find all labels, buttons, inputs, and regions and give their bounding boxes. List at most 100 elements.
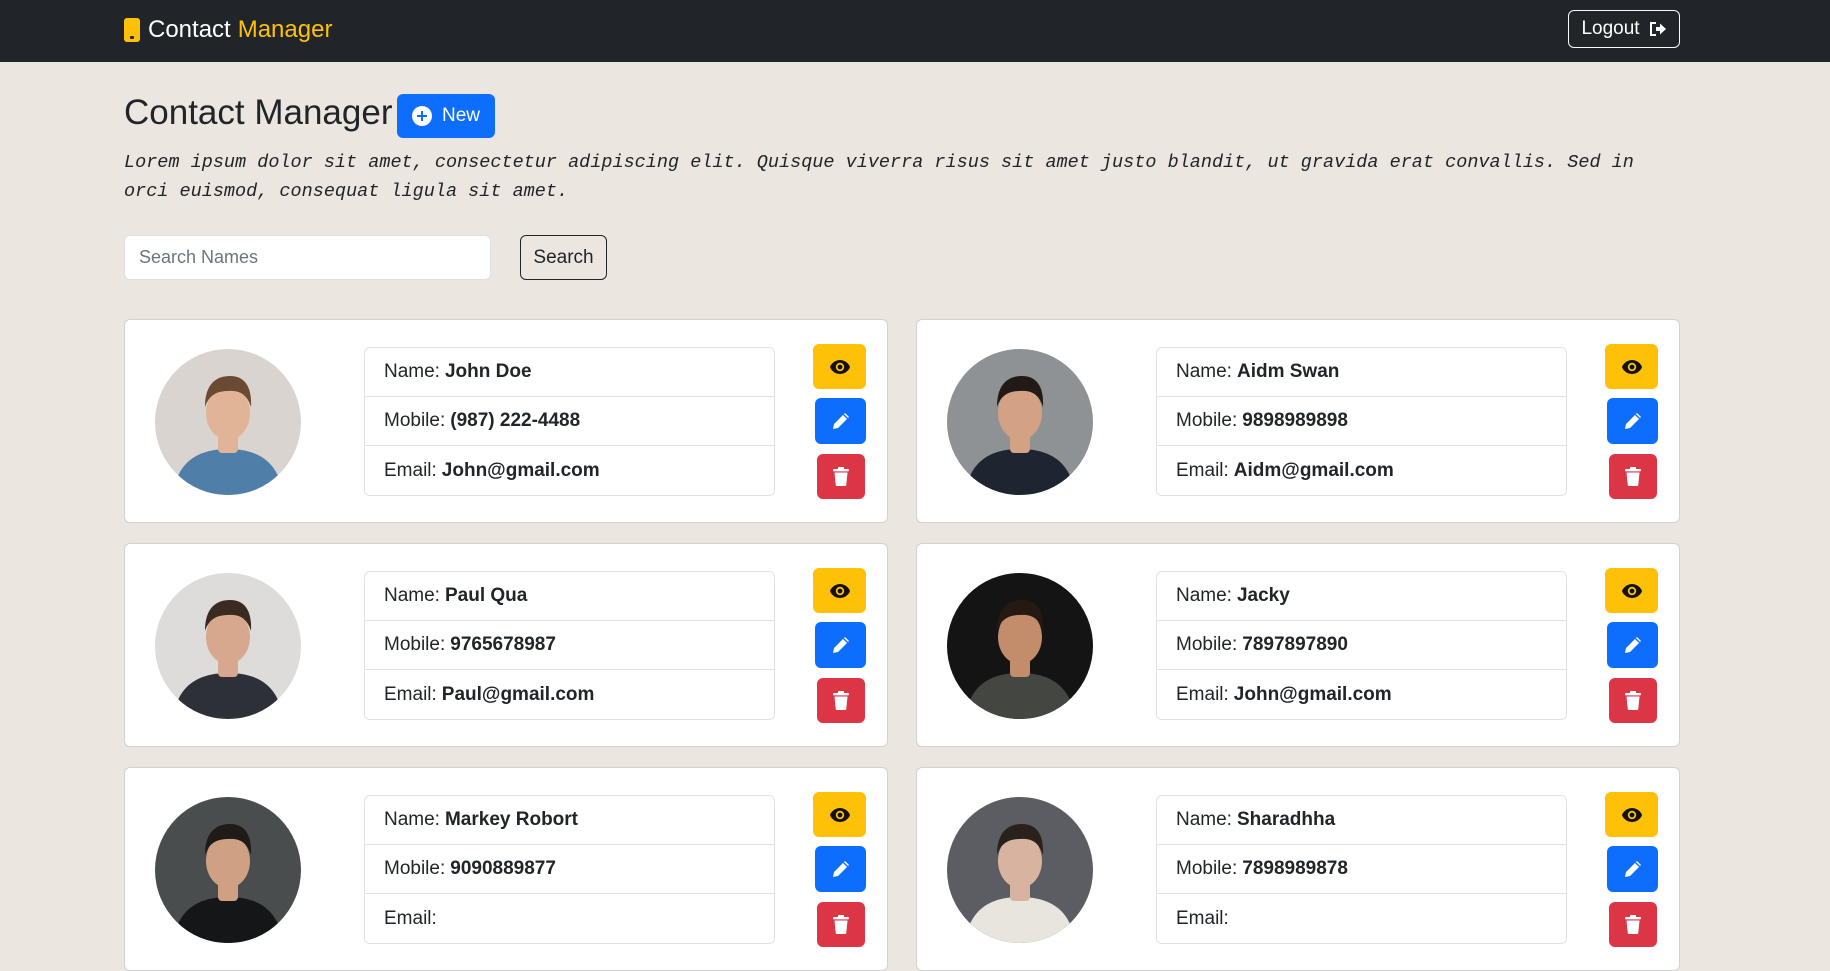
contact-card: Name: Sharadhha Mobile: 7898989878 Email…: [916, 767, 1680, 971]
contact-name-row: Name: Sharadhha: [1157, 796, 1566, 845]
view-contact-button[interactable]: [1605, 792, 1658, 837]
contact-card: Name: Markey Robort Mobile: 9090889877 E…: [124, 767, 888, 971]
avatar-photo: [947, 349, 1093, 495]
contact-email: John@gmail.com: [441, 459, 600, 481]
contact-card: Name: Aidm Swan Mobile: 9898989898 Email…: [916, 319, 1680, 523]
contact-name: John Doe: [444, 361, 532, 382]
email-label: Email:: [384, 459, 437, 481]
eye-icon: [829, 359, 850, 374]
contact-email-row: Email: John@gmail.com: [1157, 670, 1566, 719]
new-label: New: [441, 105, 480, 126]
mobile-label: Mobile:: [384, 410, 446, 431]
delete-contact-button[interactable]: [817, 454, 865, 499]
pencil-icon: [1624, 861, 1641, 877]
search-input[interactable]: [124, 235, 491, 280]
delete-contact-button[interactable]: [1609, 454, 1657, 499]
contact-name: Jacky: [1236, 585, 1290, 606]
navbar: Contact Manager Logout: [0, 0, 1830, 62]
avatar: [947, 573, 1093, 719]
contact-name-row: Name: Aidm Swan: [1157, 348, 1566, 397]
delete-contact-button[interactable]: [1609, 678, 1657, 723]
avatar: [155, 349, 301, 495]
email-label: Email:: [1176, 907, 1229, 929]
contact-email-row: Email: Aidm@gmail.com: [1157, 446, 1566, 495]
view-contact-button[interactable]: [1605, 344, 1658, 389]
contact-email: Paul@gmail.com: [441, 683, 595, 705]
logout-button[interactable]: Logout: [1568, 10, 1680, 48]
search-button[interactable]: Search: [520, 235, 607, 280]
contact-mobile: 7898989878: [1242, 858, 1348, 879]
email-label: Email:: [1176, 683, 1229, 705]
contact-mobile: 9765678987: [450, 634, 556, 655]
email-label: Email:: [1176, 459, 1229, 481]
contact-info-list: Name: Paul Qua Mobile: 9765678987 Email:…: [364, 571, 775, 720]
contact-info-list: Name: Jacky Mobile: 7897897890 Email: Jo…: [1156, 571, 1567, 720]
contact-email-row: Email: John@gmail.com: [365, 446, 774, 495]
view-contact-button[interactable]: [813, 568, 866, 613]
avatar-photo: [947, 797, 1093, 943]
trash-icon: [833, 915, 849, 934]
contact-info-list: Name: Aidm Swan Mobile: 9898989898 Email…: [1156, 347, 1567, 496]
view-contact-button[interactable]: [1605, 568, 1658, 613]
delete-contact-button[interactable]: [817, 678, 865, 723]
avatar: [155, 573, 301, 719]
pencil-icon: [1624, 637, 1641, 653]
new-contact-button[interactable]: New: [397, 94, 495, 138]
edit-contact-button[interactable]: [815, 622, 866, 668]
sign-out-icon: [1649, 22, 1666, 36]
avatar-photo: [947, 573, 1093, 719]
email-label: Email:: [384, 683, 437, 705]
mobile-label: Mobile:: [1176, 634, 1238, 655]
edit-contact-button[interactable]: [1607, 622, 1658, 668]
contact-info-list: Name: Markey Robort Mobile: 9090889877 E…: [364, 795, 775, 944]
logout-label: Logout: [1581, 18, 1640, 39]
phone-icon: [124, 18, 140, 42]
eye-icon: [1621, 359, 1642, 374]
eye-icon: [1621, 583, 1642, 598]
contact-email: John@gmail.com: [1233, 683, 1392, 705]
contact-name: Paul Qua: [444, 585, 528, 606]
trash-icon: [1625, 691, 1641, 710]
edit-contact-button[interactable]: [1607, 398, 1658, 444]
view-contact-button[interactable]: [813, 792, 866, 837]
eye-icon: [829, 583, 850, 598]
contact-email-row: Email:: [365, 894, 774, 943]
mobile-label: Mobile:: [1176, 410, 1238, 431]
brand-link[interactable]: Contact Manager: [124, 16, 332, 44]
contact-info-list: Name: John Doe Mobile: (987) 222-4488 Em…: [364, 347, 775, 496]
contact-card: Name: Jacky Mobile: 7897897890 Email: Jo…: [916, 543, 1680, 747]
avatar: [155, 797, 301, 943]
edit-contact-button[interactable]: [815, 398, 866, 444]
delete-contact-button[interactable]: [817, 902, 865, 947]
mobile-label: Mobile:: [384, 634, 446, 655]
contact-mobile-row: Mobile: 7897897890: [1157, 621, 1566, 670]
contact-name-row: Name: Markey Robort: [365, 796, 774, 845]
trash-icon: [1625, 467, 1641, 486]
trash-icon: [1625, 915, 1641, 934]
avatar: [947, 797, 1093, 943]
pencil-icon: [1624, 413, 1641, 429]
contact-email-row: Email: Paul@gmail.com: [365, 670, 774, 719]
view-contact-button[interactable]: [813, 344, 866, 389]
contact-mobile-row: Mobile: (987) 222-4488: [365, 397, 774, 446]
edit-contact-button[interactable]: [1607, 846, 1658, 892]
avatar: [947, 349, 1093, 495]
delete-contact-button[interactable]: [1609, 902, 1657, 947]
avatar-photo: [155, 349, 301, 495]
contact-email-row: Email:: [1157, 894, 1566, 943]
mobile-label: Mobile:: [384, 858, 446, 879]
contact-name-row: Name: John Doe: [365, 348, 774, 397]
eye-icon: [1621, 807, 1642, 822]
edit-contact-button[interactable]: [815, 846, 866, 892]
contact-mobile-row: Mobile: 9090889877: [365, 845, 774, 894]
name-label: Name:: [1176, 809, 1232, 830]
contact-name: Aidm Swan: [1236, 361, 1340, 382]
name-label: Name:: [1176, 585, 1232, 606]
plus-circle-icon: [411, 106, 432, 126]
contact-name-row: Name: Paul Qua: [365, 572, 774, 621]
contact-mobile: 9898989898: [1242, 410, 1348, 431]
contact-mobile-row: Mobile: 9765678987: [365, 621, 774, 670]
contact-name-row: Name: Jacky: [1157, 572, 1566, 621]
contact-card: Name: Paul Qua Mobile: 9765678987 Email:…: [124, 543, 888, 747]
name-label: Name:: [384, 361, 440, 382]
